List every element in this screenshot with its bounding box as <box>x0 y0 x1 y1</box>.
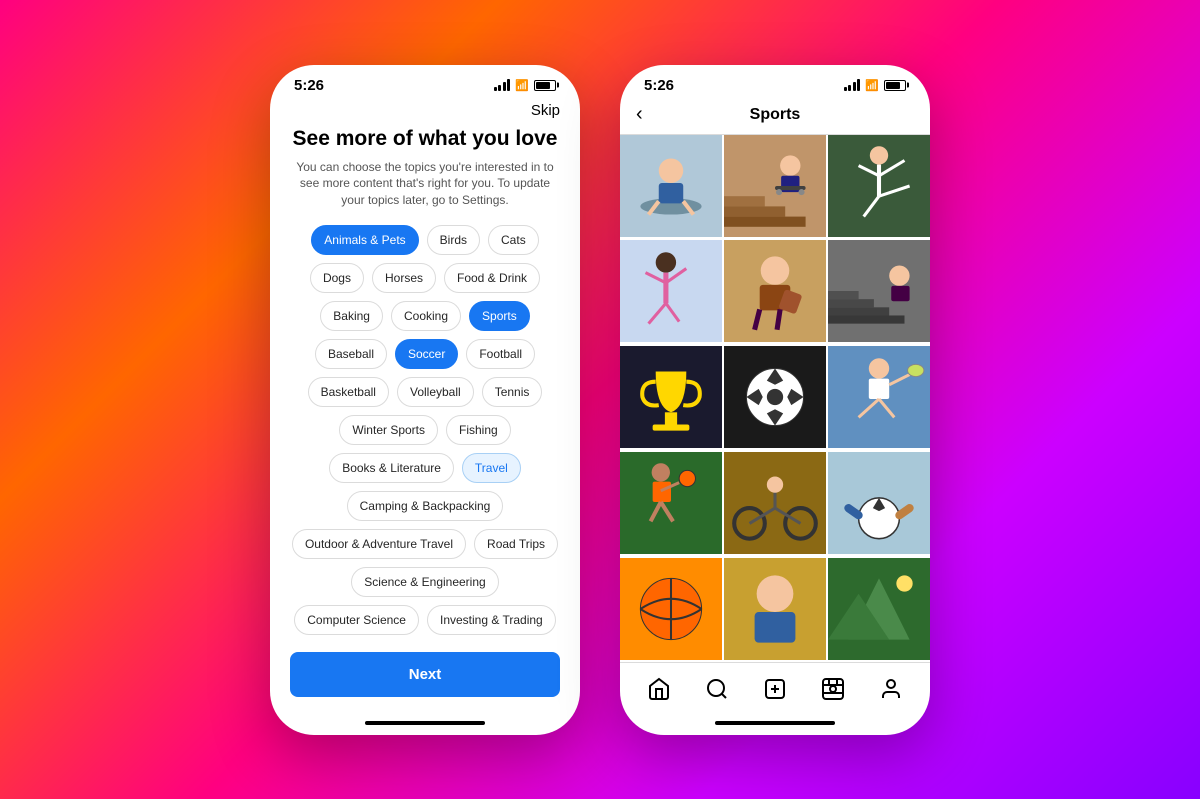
status-icons-1: 📶 <box>494 79 556 92</box>
tag-investing---trading[interactable]: Investing & Trading <box>427 605 556 635</box>
tag-horses[interactable]: Horses <box>372 263 436 293</box>
tag-science---engineering[interactable]: Science & Engineering <box>351 567 498 597</box>
main-title: See more of what you love <box>290 127 560 151</box>
wifi-icon: 📶 <box>515 79 529 92</box>
tag-soccer[interactable]: Soccer <box>395 339 458 369</box>
photo-cell[interactable] <box>620 452 722 554</box>
photo-cell[interactable] <box>828 558 930 660</box>
home-indicator-1 <box>365 721 485 725</box>
photo-cell[interactable] <box>724 558 826 660</box>
tag-outdoor---adventure-travel[interactable]: Outdoor & Adventure Travel <box>292 529 466 559</box>
tag-books---literature[interactable]: Books & Literature <box>329 453 454 483</box>
battery-icon <box>534 80 556 91</box>
bottom-nav <box>620 662 930 717</box>
tag-volleyball[interactable]: Volleyball <box>397 377 474 407</box>
nav-profile-icon[interactable] <box>875 673 907 711</box>
photo-grid <box>620 135 930 662</box>
tag-baseball[interactable]: Baseball <box>315 339 387 369</box>
status-icons-2: 📶 <box>844 79 906 92</box>
skip-button[interactable]: Skip <box>531 102 560 119</box>
phone-2: 5:26 📶 ‹ Sports <box>620 65 930 735</box>
tag-tennis[interactable]: Tennis <box>482 377 543 407</box>
tag-winter-sports[interactable]: Winter Sports <box>339 415 438 445</box>
photo-cell[interactable] <box>620 558 722 660</box>
signal-icon-2 <box>844 79 861 91</box>
tag-dogs[interactable]: Dogs <box>310 263 364 293</box>
nav-search-icon[interactable] <box>701 673 733 711</box>
photo-cell[interactable] <box>828 240 930 342</box>
phone-1: 5:26 📶 Skip See more of what you love <box>270 65 580 735</box>
tag-sports[interactable]: Sports <box>469 301 530 331</box>
photo-cell[interactable] <box>620 135 722 237</box>
tag-camping---backpacking[interactable]: Camping & Backpacking <box>347 491 504 521</box>
phone1-main: See more of what you love You can choose… <box>270 119 580 642</box>
tag-travel[interactable]: Travel <box>462 453 521 483</box>
photo-cell[interactable] <box>620 240 722 342</box>
status-bar-1: 5:26 📶 <box>270 65 580 98</box>
tag-basketball[interactable]: Basketball <box>308 377 389 407</box>
home-indicator-2 <box>715 721 835 725</box>
phone2-header: ‹ Sports <box>620 98 930 135</box>
photo-cell[interactable] <box>724 452 826 554</box>
signal-icon <box>494 79 511 91</box>
skip-row: Skip <box>270 98 580 119</box>
photo-cell[interactable] <box>828 135 930 237</box>
wifi-icon-2: 📶 <box>865 79 879 92</box>
tag-birds[interactable]: Birds <box>427 225 480 255</box>
tag-fishing[interactable]: Fishing <box>446 415 511 445</box>
tag-road-trips[interactable]: Road Trips <box>474 529 558 559</box>
tag-food---drink[interactable]: Food & Drink <box>444 263 540 293</box>
back-button[interactable]: ‹ <box>636 103 643 126</box>
photo-cell[interactable] <box>828 452 930 554</box>
photo-cell[interactable] <box>724 240 826 342</box>
photo-cell[interactable] <box>620 346 722 448</box>
status-bar-2: 5:26 📶 <box>620 65 930 98</box>
status-time-1: 5:26 <box>294 77 324 94</box>
photo-cell[interactable] <box>828 346 930 448</box>
next-button[interactable]: Next <box>290 652 560 697</box>
tag-baking[interactable]: Baking <box>320 301 383 331</box>
main-subtitle: You can choose the topics you're interes… <box>290 159 560 209</box>
tag-football[interactable]: Football <box>466 339 535 369</box>
tag-cats[interactable]: Cats <box>488 225 539 255</box>
photo-cell[interactable] <box>724 135 826 237</box>
status-time-2: 5:26 <box>644 77 674 94</box>
nav-home-icon[interactable] <box>643 673 675 711</box>
nav-reels-icon[interactable] <box>817 673 849 711</box>
tag-computer-science[interactable]: Computer Science <box>294 605 419 635</box>
photo-cell[interactable] <box>724 346 826 448</box>
phones-container: 5:26 📶 Skip See more of what you love <box>270 65 930 735</box>
nav-add-icon[interactable] <box>759 673 791 711</box>
tag-cooking[interactable]: Cooking <box>391 301 461 331</box>
battery-icon-2 <box>884 80 906 91</box>
tags-area: Animals & Pets Birds Cats Dogs Horses Food & … <box>290 225 560 642</box>
tag-animals---pets[interactable]: Animals & Pets <box>311 225 418 255</box>
phone2-page-title: Sports <box>750 106 801 124</box>
